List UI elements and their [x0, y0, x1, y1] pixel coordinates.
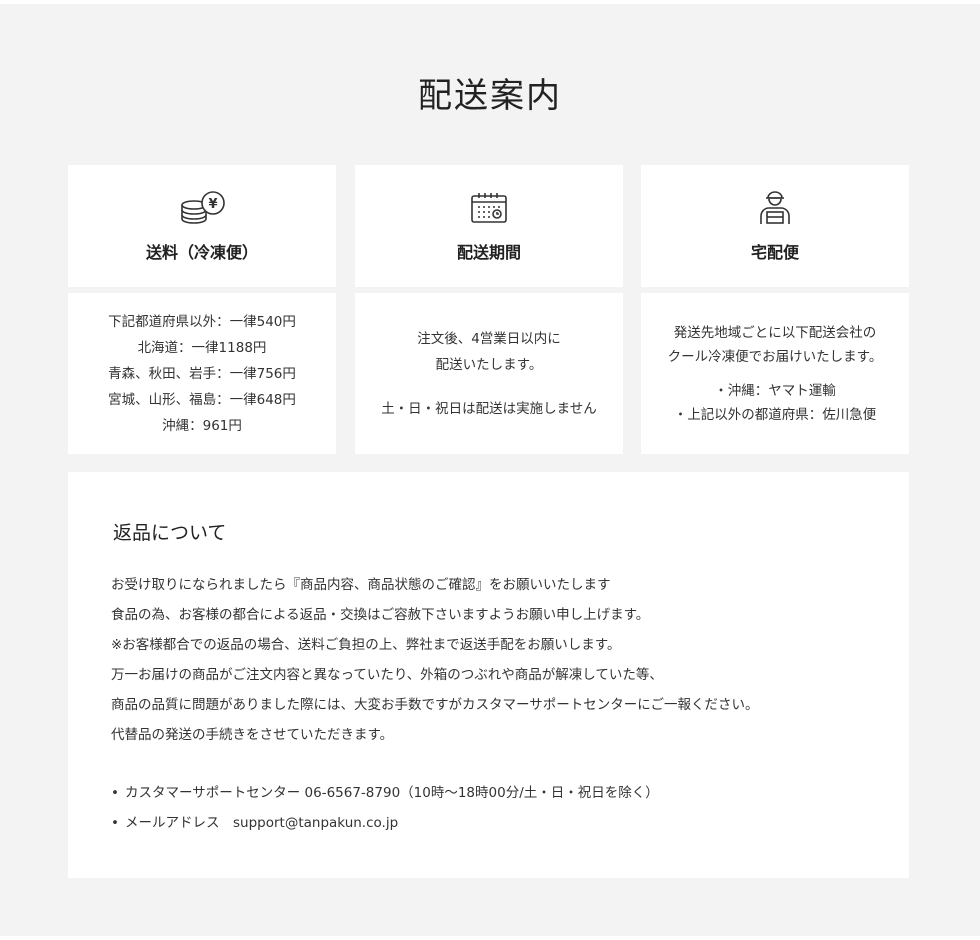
fee-line: 下記都道府県以外：一律540円 [108, 313, 296, 330]
carrier-line: ・沖縄：ヤマト運輸 [714, 382, 836, 399]
contact-phone-text: カスタマーサポートセンター 06-6567-8790（10時〜18時00分/土・… [125, 785, 659, 801]
courier-card-header: 宅配便 [641, 165, 909, 287]
returns-text-line: 食品の為、お客様の都合による返品・交換はご容赦下さいますようお願い申し上げます。 [111, 607, 650, 623]
returns-text-line: 万一お届けの商品がご注文内容と異なっていたり、外箱のつぶれや商品が解凍していた等… [111, 667, 663, 683]
bullet: • [111, 785, 119, 801]
period-note: 土・日・祝日は配送は実施しません [381, 400, 597, 417]
calendar-icon [459, 191, 519, 225]
shipping-fee-card-body: 下記都道府県以外：一律540円 北海道：一律1188円 青森、秋田、岩手：一律7… [68, 293, 336, 454]
delivery-period-label: 配送期間 [456, 243, 521, 262]
contact-list: • カスタマーサポートセンター 06-6567-8790（10時〜18時00分/… [111, 778, 659, 838]
returns-text-line: 代替品の発送の手続きをさせていただきます。 [111, 727, 394, 743]
returns-section: 返品について お受け取りになられましたら『商品内容、商品状態のご確認』をお願いい… [68, 472, 909, 878]
delivery-period-card-body: 注文後、4営業日以内に 配送いたします。 土・日・祝日は配送は実施しません [355, 293, 623, 454]
shipping-fee-card-header: ¥ 送料（冷凍便） [68, 165, 336, 287]
fee-line: 沖縄：961円 [162, 417, 242, 434]
period-line: 注文後、4営業日以内に [417, 330, 561, 347]
returns-text-line: 商品の品質に問題がありました際には、大変お手数ですがカスタマーサポートセンターに… [111, 697, 759, 713]
courier-line: クール冷凍便でお届けいたします。 [667, 348, 883, 365]
period-line: 配送いたします。 [435, 356, 543, 373]
shipping-fee-label: 送料（冷凍便） [145, 243, 258, 262]
carrier-line: ・上記以外の都道府県：佐川急便 [673, 406, 877, 423]
delivery-person-icon [745, 191, 805, 225]
fee-line: 宮城、山形、福島：一律648円 [108, 391, 296, 408]
returns-title: 返品について [113, 522, 227, 544]
coins-yen-icon: ¥ [172, 191, 232, 225]
returns-text-line: お受け取りになられましたら『商品内容、商品状態のご確認』をお願いいたします [111, 577, 611, 593]
svg-text:¥: ¥ [208, 197, 217, 212]
fee-line: 青森、秋田、岩手：一律756円 [108, 365, 296, 382]
bullet: • [111, 815, 119, 831]
returns-paragraph: お受け取りになられましたら『商品内容、商品状態のご確認』をお願いいたします 食品… [111, 570, 891, 750]
courier-line: 発送先地域ごとに以下配送会社の [673, 324, 877, 341]
contact-item-phone: • カスタマーサポートセンター 06-6567-8790（10時〜18時00分/… [111, 778, 659, 808]
page-background: 配送案内 ¥ 送料（冷凍便） 下記都道府県以外：一律540円 北海道：一律118… [0, 4, 980, 936]
page-title: 配送案内 [418, 76, 562, 116]
delivery-period-card-header: 配送期間 [355, 165, 623, 287]
courier-card-body: 発送先地域ごとに以下配送会社の クール冷凍便でお届けいたします。 ・沖縄：ヤマト… [641, 293, 909, 454]
contact-email-text[interactable]: メールアドレス support@tanpakun.co.jp [125, 808, 398, 838]
contact-item-email: • メールアドレス support@tanpakun.co.jp [111, 808, 659, 838]
courier-label: 宅配便 [750, 243, 799, 262]
fee-line: 北海道：一律1188円 [137, 339, 267, 356]
returns-text-line: ※お客様都合での返品の場合、送料ご負担の上、弊社まで返送手配をお願いします。 [111, 637, 621, 653]
